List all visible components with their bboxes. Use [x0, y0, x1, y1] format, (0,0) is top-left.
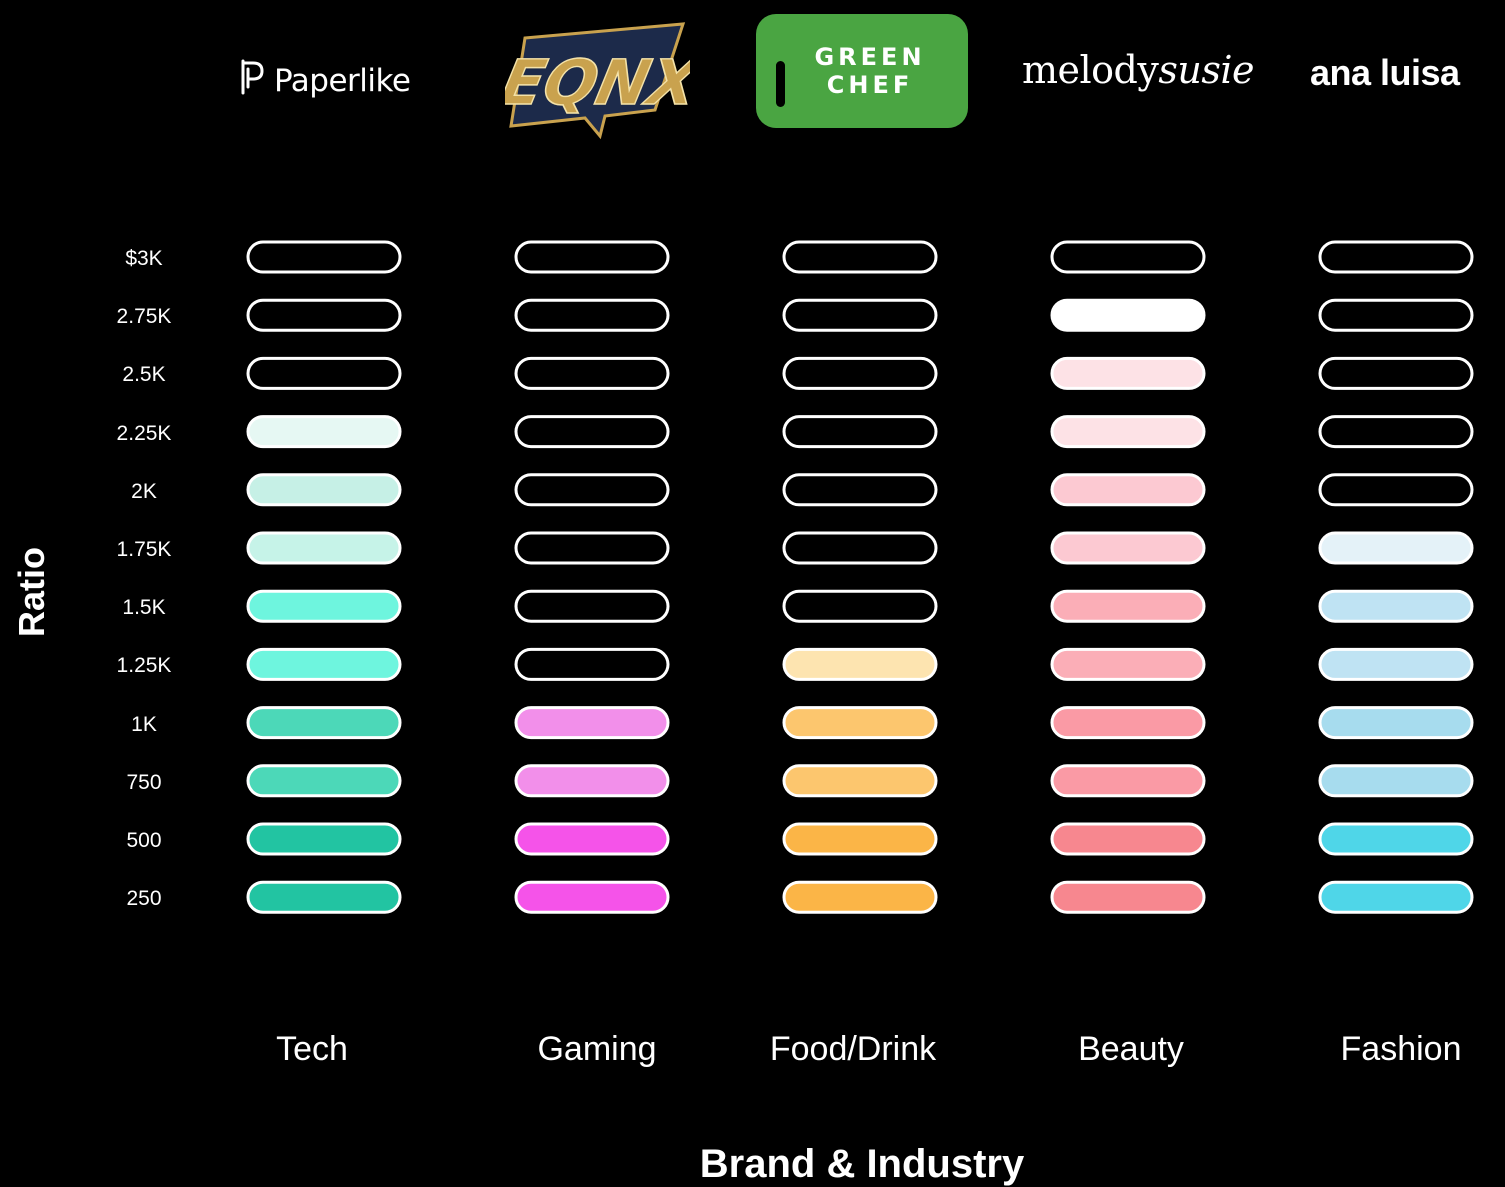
x-category-label: Food/Drink	[769, 1030, 937, 1068]
empty-level-pill	[514, 415, 670, 449]
paperlike-logo: Paperlike	[240, 56, 411, 106]
filled-level-pill	[246, 822, 402, 856]
greenchef-logo: GREEN CHEF	[756, 14, 968, 128]
y-tick-label: 2.5K	[122, 363, 166, 387]
column-food-drink	[782, 240, 938, 914]
x-category-label: Fashion	[1340, 1030, 1462, 1068]
y-tick-label: 2K	[131, 479, 157, 503]
filled-level-pill	[514, 764, 670, 798]
y-tick-label: 1.75K	[116, 538, 172, 561]
filled-level-pill	[1050, 764, 1206, 798]
greenchef-line1: GREEN	[814, 43, 926, 71]
empty-level-pill	[782, 473, 938, 507]
empty-level-pill	[782, 531, 938, 565]
empty-level-pill	[1318, 356, 1474, 390]
filled-level-pill	[1050, 880, 1206, 914]
filled-level-pill	[1318, 880, 1474, 914]
filled-level-pill	[514, 706, 670, 740]
empty-level-pill	[1318, 298, 1474, 332]
y-tick-label: 1K	[131, 712, 157, 736]
eqnx-logo: EQNX	[494, 20, 708, 140]
filled-level-pill	[782, 647, 938, 681]
empty-level-pill	[246, 356, 402, 390]
y-tick-label: 1.5K	[122, 596, 166, 620]
eqnx-wordmark: EQNX	[505, 47, 690, 119]
filled-level-pill	[246, 880, 402, 914]
filled-level-pill	[1318, 822, 1474, 856]
x-category-label: Gaming	[537, 1030, 657, 1068]
empty-level-pill	[246, 240, 402, 274]
filled-level-pill	[246, 706, 402, 740]
empty-level-pill	[1318, 473, 1474, 507]
analuisa-logo: ana luisa	[1310, 52, 1460, 93]
filled-level-pill	[1050, 298, 1206, 332]
x-category-label: Tech	[276, 1030, 348, 1068]
filled-level-pill	[246, 473, 402, 507]
y-tick-label: 250	[126, 887, 162, 911]
filled-level-pill	[1050, 706, 1206, 740]
filled-level-pill	[1318, 647, 1474, 681]
empty-level-pill	[782, 240, 938, 274]
paperlike-icon	[240, 59, 266, 103]
empty-level-pill	[514, 589, 670, 623]
filled-level-pill	[1050, 356, 1206, 390]
filled-level-pill	[1318, 706, 1474, 740]
empty-level-pill	[514, 298, 670, 332]
column-tech	[246, 240, 402, 914]
y-axis-title: Ratio	[11, 547, 52, 637]
empty-level-pill	[1050, 240, 1206, 274]
melodysusie-logo: melodysusie	[1022, 48, 1254, 92]
melodysusie-italic: susie	[1158, 48, 1254, 92]
empty-level-pill	[514, 531, 670, 565]
empty-level-pill	[782, 356, 938, 390]
filled-level-pill	[514, 822, 670, 856]
y-tick-label: 750	[126, 770, 162, 794]
filled-level-pill	[514, 880, 670, 914]
empty-level-pill	[782, 298, 938, 332]
filled-level-pill	[1050, 589, 1206, 623]
y-tick-label: 500	[126, 829, 162, 852]
filled-level-pill	[246, 647, 402, 681]
empty-level-pill	[782, 589, 938, 623]
chart-canvas	[246, 240, 1474, 914]
filled-level-pill	[782, 764, 938, 798]
filled-level-pill	[782, 822, 938, 856]
empty-level-pill	[514, 240, 670, 274]
paperlike-wordmark: Paperlike	[274, 63, 411, 99]
empty-level-pill	[782, 415, 938, 449]
filled-level-pill	[1050, 473, 1206, 507]
filled-level-pill	[1318, 764, 1474, 798]
y-tick-label: 1.25K	[116, 654, 172, 678]
melodysusie-regular: melody	[1022, 48, 1159, 92]
greenchef-line2: CHEF	[826, 71, 914, 99]
filled-level-pill	[1050, 415, 1206, 449]
y-tick-label: 2.75K	[116, 305, 172, 329]
filled-level-pill	[1318, 589, 1474, 623]
filled-level-pill	[782, 706, 938, 740]
filled-level-pill	[246, 415, 402, 449]
column-beauty	[1050, 240, 1206, 914]
empty-level-pill	[514, 356, 670, 390]
y-tick-label: $3K	[125, 247, 163, 270]
column-fashion	[1318, 240, 1474, 914]
filled-level-pill	[246, 589, 402, 623]
empty-level-pill	[246, 298, 402, 332]
filled-level-pill	[782, 880, 938, 914]
filled-level-pill	[1318, 531, 1474, 565]
empty-level-pill	[514, 647, 670, 681]
x-axis-title: Brand & Industry	[699, 1142, 1025, 1186]
y-tick-label: 2.25K	[116, 421, 172, 445]
x-category-label: Beauty	[1078, 1030, 1184, 1068]
filled-level-pill	[246, 531, 402, 565]
filled-level-pill	[1050, 822, 1206, 856]
empty-level-pill	[514, 473, 670, 507]
empty-level-pill	[1318, 240, 1474, 274]
filled-level-pill	[246, 764, 402, 798]
greenchef-mark	[776, 61, 785, 107]
filled-level-pill	[1050, 531, 1206, 565]
column-gaming	[514, 240, 670, 914]
empty-level-pill	[1318, 415, 1474, 449]
filled-level-pill	[1050, 647, 1206, 681]
